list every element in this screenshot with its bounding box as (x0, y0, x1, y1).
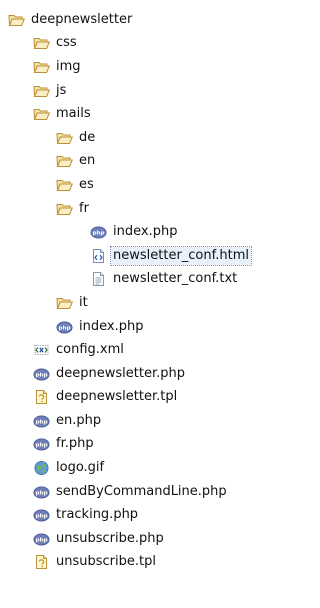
php-file-icon: php (33, 436, 50, 452)
template-file-icon (33, 389, 50, 405)
folder-open-icon (56, 153, 73, 169)
tree-item-unsubscribe-php[interactable]: php unsubscribe.php (0, 527, 278, 551)
image-file-icon (33, 460, 50, 476)
tree-item-tracking-php[interactable]: php tracking.php (0, 503, 278, 527)
tree-item-label: js (56, 82, 67, 98)
php-file-icon: php (33, 413, 50, 429)
folder-open-icon (33, 35, 50, 51)
folder-open-icon (56, 201, 73, 217)
svg-text:php: php (59, 325, 71, 331)
php-file-icon: php (33, 531, 50, 547)
tree-item-label: fr.php (56, 436, 94, 452)
tree-item-label: index.php (79, 318, 144, 334)
tree-item-css[interactable]: css (0, 32, 278, 56)
folder-open-icon (33, 83, 50, 99)
tree-item-label: img (56, 58, 81, 74)
tree-item-label: sendByCommandLine.php (56, 483, 227, 499)
tree-item-config-xml[interactable]: config.xml (0, 338, 278, 362)
tree-item-newsletter-conf-html[interactable]: newsletter_conf.html (0, 244, 278, 268)
tree-item-label: fr (79, 200, 89, 216)
file-tree: deepnewsletter css img js mails de en es… (0, 8, 278, 574)
svg-text:php: php (36, 419, 48, 425)
tree-item-deepnewsletter[interactable]: deepnewsletter (0, 8, 278, 32)
php-file-icon: php (90, 224, 107, 240)
tree-item-newsletter-conf-txt[interactable]: newsletter_conf.txt (0, 268, 278, 292)
folder-open-icon (56, 295, 73, 311)
php-file-icon: php (33, 366, 50, 382)
tree-item-mails-index-php[interactable]: php index.php (0, 315, 278, 339)
tree-item-label: de (79, 129, 96, 145)
tree-item-label: en (79, 153, 96, 169)
tree-item-js[interactable]: js (0, 79, 278, 103)
svg-text:php: php (36, 490, 48, 496)
tree-item-label: logo.gif (56, 460, 105, 476)
tree-item-fr-index-php[interactable]: php index.php (0, 220, 278, 244)
text-file-icon (90, 271, 107, 287)
tree-item-label: config.xml (56, 342, 124, 358)
tree-item-fr-php[interactable]: php fr.php (0, 433, 278, 457)
php-file-icon: php (56, 319, 73, 335)
tree-item-mails[interactable]: mails (0, 102, 278, 126)
tree-item-label: it (79, 294, 88, 310)
tree-item-img[interactable]: img (0, 55, 278, 79)
folder-open-icon (8, 12, 25, 28)
folder-open-icon (33, 106, 50, 122)
html-file-icon (90, 248, 107, 264)
tree-item-sendbycommandline-php[interactable]: php sendByCommandLine.php (0, 480, 278, 504)
tree-item-de[interactable]: de (0, 126, 278, 150)
tree-item-label: deepnewsletter (31, 11, 133, 27)
tree-item-label: en.php (56, 412, 102, 428)
tree-item-label: newsletter_conf.txt (113, 271, 238, 287)
php-file-icon: php (33, 484, 50, 500)
svg-text:php: php (36, 537, 48, 543)
svg-text:php: php (36, 514, 48, 520)
tree-item-label: tracking.php (56, 507, 139, 523)
tree-item-it[interactable]: it (0, 291, 278, 315)
php-file-icon: php (33, 507, 50, 523)
template-file-icon (33, 554, 50, 570)
tree-item-logo-gif[interactable]: logo.gif (0, 456, 278, 480)
tree-item-label: es (79, 176, 94, 192)
xml-file-icon (33, 342, 50, 358)
folder-open-icon (56, 130, 73, 146)
tree-item-unsubscribe-tpl[interactable]: unsubscribe.tpl (0, 551, 278, 575)
tree-item-fr[interactable]: fr (0, 197, 278, 221)
tree-item-en-php[interactable]: php en.php (0, 409, 278, 433)
tree-item-en[interactable]: en (0, 150, 278, 174)
folder-open-icon (33, 59, 50, 75)
tree-item-deepnewsletter-tpl[interactable]: deepnewsletter.tpl (0, 386, 278, 410)
tree-item-label: css (56, 35, 77, 51)
svg-text:php: php (36, 372, 48, 378)
svg-text:php: php (93, 231, 105, 237)
svg-text:php: php (36, 443, 48, 449)
tree-item-label: index.php (113, 224, 178, 240)
tree-item-deepnewsletter-php[interactable]: php deepnewsletter.php (0, 362, 278, 386)
tree-item-label: deepnewsletter.php (56, 365, 185, 381)
folder-open-icon (56, 177, 73, 193)
tree-item-label: newsletter_conf.html (109, 245, 253, 266)
tree-item-label: unsubscribe.tpl (56, 554, 156, 570)
tree-item-label: unsubscribe.php (56, 530, 164, 546)
tree-item-es[interactable]: es (0, 173, 278, 197)
tree-item-label: deepnewsletter.tpl (56, 389, 178, 405)
tree-item-label: mails (56, 106, 91, 122)
